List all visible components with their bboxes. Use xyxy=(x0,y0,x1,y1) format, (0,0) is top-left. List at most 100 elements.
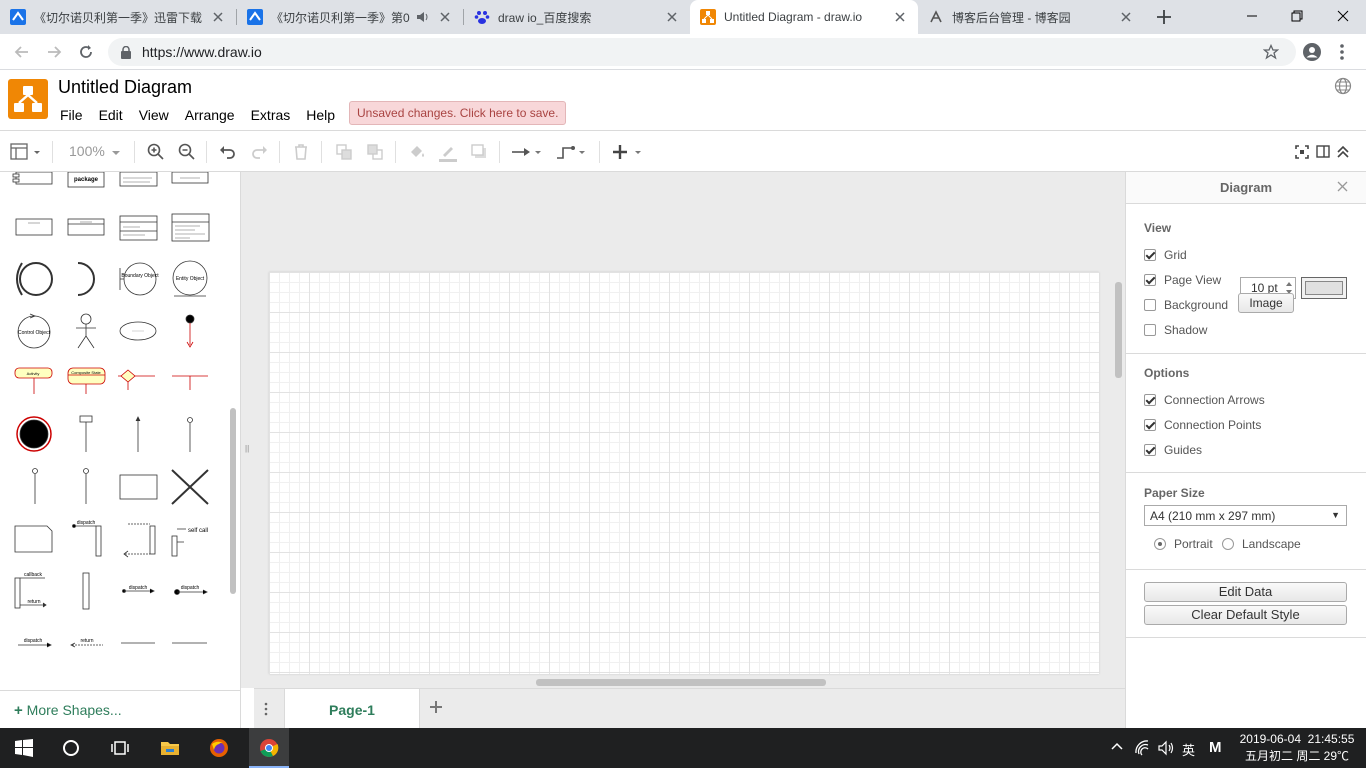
shadow-checkbox[interactable] xyxy=(1144,324,1156,336)
shape-component[interactable] xyxy=(12,172,53,185)
delete-icon[interactable] xyxy=(291,142,311,162)
add-page-icon[interactable] xyxy=(428,699,444,715)
shape-object[interactable] xyxy=(15,218,53,236)
globe-icon[interactable] xyxy=(1334,77,1352,95)
page-menu-icon[interactable] xyxy=(264,701,268,717)
shape-decision[interactable] xyxy=(118,369,155,390)
shape-return-message[interactable]: return xyxy=(70,638,103,648)
shape-fork[interactable] xyxy=(172,375,208,390)
sidebar-collapse-handle[interactable]: || xyxy=(245,444,251,454)
clear-default-style-button[interactable]: Clear Default Style xyxy=(1144,605,1347,625)
shape-interface-circle[interactable] xyxy=(16,262,53,296)
menu-file[interactable]: File xyxy=(52,105,91,125)
shape-dispatch-message-2[interactable]: dispatch xyxy=(174,585,208,595)
shape-destruction[interactable] xyxy=(171,469,209,505)
shape-activation-bar[interactable] xyxy=(82,572,90,610)
speaker-icon[interactable] xyxy=(415,9,431,25)
more-shapes-button[interactable]: + More Shapes... xyxy=(0,690,240,728)
zoom-in-icon[interactable] xyxy=(146,142,166,162)
drawio-logo[interactable] xyxy=(8,79,48,119)
close-icon[interactable] xyxy=(1118,9,1134,25)
menu-dots-icon[interactable] xyxy=(1338,42,1346,62)
shape-self-call[interactable]: self call xyxy=(171,528,208,557)
close-icon[interactable] xyxy=(664,9,680,25)
close-icon[interactable] xyxy=(210,9,226,25)
shape-object-2[interactable] xyxy=(67,218,105,236)
shape-use-case[interactable] xyxy=(119,321,157,341)
url-box[interactable]: https://www.draw.io xyxy=(108,38,1296,66)
forward-icon[interactable] xyxy=(44,42,64,62)
shape-dispatch-activation[interactable]: dispatch xyxy=(72,520,102,557)
grid-color-swatch[interactable] xyxy=(1301,277,1347,299)
volume-icon[interactable] xyxy=(1157,739,1175,757)
collapse-chevron-up-icon[interactable] xyxy=(1336,142,1350,162)
firefox-icon[interactable] xyxy=(209,738,229,758)
shape-class-3[interactable] xyxy=(171,213,210,242)
portrait-radio[interactable] xyxy=(1154,538,1166,550)
sidebar-scrollbar[interactable] xyxy=(230,408,236,594)
diagram-page[interactable] xyxy=(269,272,1099,674)
shape-control-object[interactable]: Control Object xyxy=(17,313,51,349)
shadow-option[interactable]: Shadow xyxy=(1144,323,1207,337)
landscape-option[interactable]: Landscape xyxy=(1222,537,1301,551)
canvas-horizontal-scrollbar[interactable] xyxy=(536,679,826,686)
menu-view[interactable]: View xyxy=(131,105,177,125)
connection-points-checkbox[interactable] xyxy=(1144,419,1156,431)
shape-activity[interactable]: Activity xyxy=(14,367,53,394)
page-view-checkbox[interactable] xyxy=(1144,274,1156,286)
chrome-taskbar-active[interactable] xyxy=(249,728,289,768)
portrait-option[interactable]: Portrait xyxy=(1154,537,1213,551)
image-button[interactable]: Image xyxy=(1238,293,1294,313)
back-icon[interactable] xyxy=(12,42,32,62)
format-panel-icon[interactable] xyxy=(1316,142,1330,162)
grid-checkbox[interactable] xyxy=(1144,249,1156,261)
shape-port-2[interactable] xyxy=(83,468,89,505)
shape-final-state[interactable] xyxy=(16,416,52,452)
windows-start-icon[interactable] xyxy=(14,738,34,758)
search-icon[interactable] xyxy=(61,738,81,758)
shape-lollipop[interactable] xyxy=(187,417,193,453)
paper-size-select[interactable]: A4 (210 mm x 297 mm) ▼ xyxy=(1144,505,1347,526)
shadow-icon[interactable] xyxy=(469,142,489,162)
ime-mode-indicator[interactable]: M xyxy=(1209,739,1222,756)
diagram-canvas[interactable]: || xyxy=(241,172,1125,688)
close-icon[interactable] xyxy=(437,9,453,25)
browser-tab-1[interactable]: 《切尔诺贝利第一季》迅雷下载 xyxy=(0,0,236,34)
restore-icon[interactable] xyxy=(1287,6,1307,26)
shape-entity-object[interactable]: Entity Object xyxy=(172,260,208,297)
menu-arrange[interactable]: Arrange xyxy=(177,105,243,125)
background-option[interactable]: Background xyxy=(1144,298,1228,312)
browser-tab-2[interactable]: 《切尔诺贝利第一季》第0 xyxy=(237,0,463,34)
shape-composite-activity[interactable]: Composite State xyxy=(67,367,106,394)
zoom-out-icon[interactable] xyxy=(177,142,197,162)
file-explorer-icon[interactable] xyxy=(160,738,180,758)
shape-message[interactable]: dispatch xyxy=(18,638,52,648)
unsaved-changes-banner[interactable]: Unsaved changes. Click here to save. xyxy=(349,101,567,125)
zoom-level[interactable]: 100% xyxy=(69,143,105,159)
task-view-icon[interactable] xyxy=(110,738,130,758)
shape-lifeline[interactable] xyxy=(79,415,93,452)
wifi-icon[interactable] xyxy=(1134,739,1152,757)
menu-help[interactable]: Help xyxy=(298,105,343,125)
close-icon[interactable] xyxy=(1337,181,1348,192)
connection-points-option[interactable]: Connection Points xyxy=(1144,418,1261,432)
minimize-icon[interactable] xyxy=(1242,6,1262,26)
page-tab[interactable]: Page-1 xyxy=(284,689,420,729)
ime-indicator[interactable]: 英 xyxy=(1182,740,1195,759)
shape-note[interactable] xyxy=(14,525,53,553)
shape-package[interactable]: package xyxy=(67,172,105,188)
connection-arrows-option[interactable]: Connection Arrows xyxy=(1144,393,1265,407)
new-tab-icon[interactable] xyxy=(1155,8,1173,26)
redo-icon[interactable] xyxy=(249,142,269,162)
guides-checkbox[interactable] xyxy=(1144,444,1156,456)
page-view-option[interactable]: Page View xyxy=(1144,273,1221,287)
shape-class-2[interactable] xyxy=(119,215,158,241)
edit-data-button[interactable]: Edit Data xyxy=(1144,582,1347,602)
shape-actor[interactable] xyxy=(76,313,96,349)
shape-port[interactable] xyxy=(32,468,38,505)
shape-required-interface[interactable] xyxy=(77,262,95,296)
shape-frame[interactable] xyxy=(119,474,158,500)
shape-boundary-object[interactable]: Boundary Object xyxy=(119,262,159,296)
close-icon[interactable] xyxy=(892,9,908,25)
menu-edit[interactable]: Edit xyxy=(91,105,131,125)
